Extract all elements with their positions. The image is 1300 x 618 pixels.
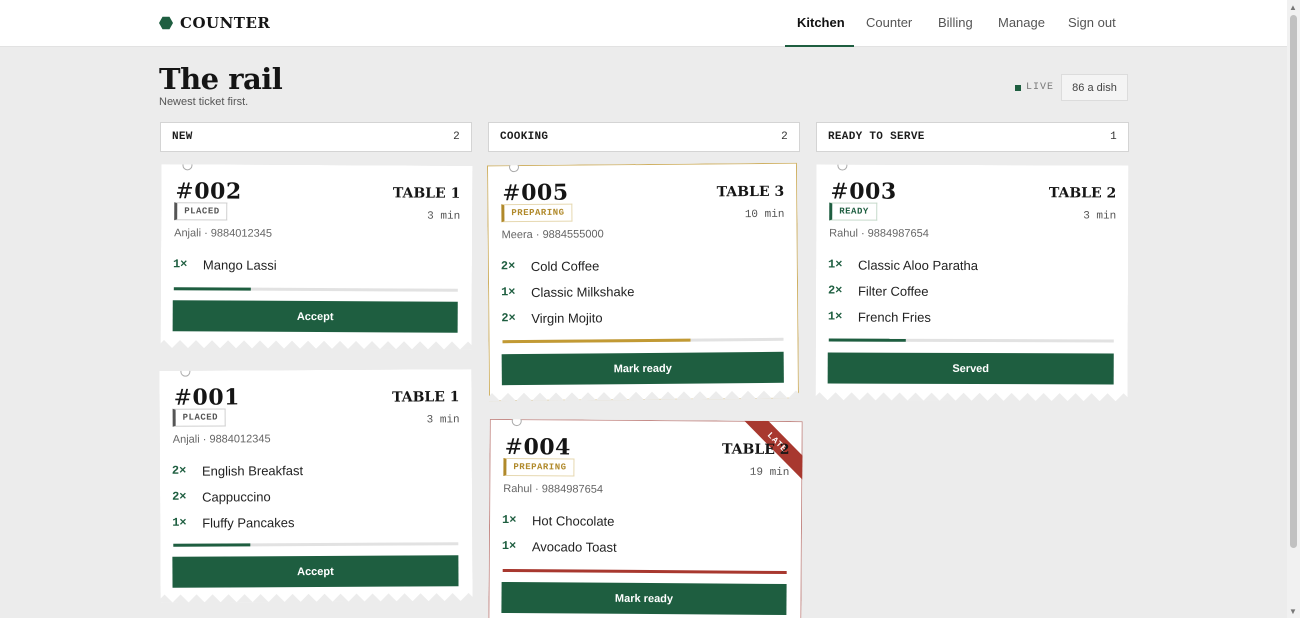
- ticket-005[interactable]: #005 TABLE 3 10 min PREPARING Meera · 98…: [486, 162, 800, 402]
- ticket-table: TABLE 3: [716, 183, 785, 201]
- column-label: COOKING: [500, 131, 549, 143]
- nav-manage[interactable]: Manage: [998, 15, 1045, 30]
- live-dot-icon: [1015, 84, 1021, 91]
- column-label: NEW: [172, 131, 193, 143]
- progress-fill: [502, 338, 691, 344]
- ticket-number: #003: [830, 178, 897, 205]
- punch-hole: [511, 416, 522, 427]
- scrollbar[interactable]: ▲ ▼: [1287, 0, 1300, 618]
- customer-info: Meera · 9884555000: [501, 228, 604, 242]
- progress-fill: [828, 338, 906, 342]
- list-item: 1× Fluffy Pancakes: [172, 514, 295, 531]
- status-badge: PREPARING: [503, 458, 575, 477]
- ticket-number: #001: [173, 384, 240, 411]
- ticket-elapsed: 3 min: [1083, 210, 1117, 223]
- status-badge: READY: [829, 202, 877, 221]
- column-header-new: NEW 2: [160, 122, 472, 152]
- item-list: 1× Mango Lassi: [173, 251, 460, 279]
- ticket-003[interactable]: #003 TABLE 2 3 min READY Rahul · 9884987…: [815, 160, 1129, 402]
- progress-track: [502, 337, 784, 344]
- scroll-down-icon[interactable]: ▼: [1289, 607, 1297, 616]
- column-count: 1: [1110, 131, 1117, 143]
- column-count: 2: [781, 131, 788, 143]
- list-item: 2× English Breakfast: [171, 462, 304, 479]
- page-subtitle: Newest ticket first.: [159, 96, 249, 108]
- customer-info: Anjali · 9884012345: [174, 227, 273, 240]
- brand-name: COUNTER: [180, 14, 271, 32]
- 86-dish-button[interactable]: 86 a dish: [1061, 74, 1128, 101]
- list-item: 2× Filter Coffee: [827, 283, 929, 299]
- ticket-number: #004: [504, 434, 572, 461]
- ticket-table: TABLE 1: [392, 389, 460, 406]
- progress-track: [828, 338, 1114, 343]
- punch-hole: [180, 366, 191, 377]
- ticket-004[interactable]: LATE #004 TABLE 2 19 min PREPARING Rahul…: [488, 400, 819, 618]
- progress-fill: [173, 287, 251, 291]
- status-badge: PREPARING: [501, 203, 573, 223]
- list-item: 1× Mango Lassi: [172, 256, 277, 273]
- ticket-elapsed: 10 min: [744, 208, 785, 222]
- nav-counter[interactable]: Counter: [866, 15, 912, 30]
- column-label: READY TO SERVE: [828, 131, 925, 143]
- list-item: 2× Virgin Mojito: [501, 309, 603, 326]
- list-item: 1× Hot Chocolate: [502, 512, 615, 529]
- item-list: 2× English Breakfast 2× Cappuccino 1× Fluff…: [172, 456, 460, 536]
- list-item: 2× Cappuccino: [172, 488, 271, 505]
- progress-track: [173, 542, 459, 547]
- status-badge: PLACED: [172, 408, 227, 427]
- punch-hole: [182, 160, 193, 171]
- list-item: 1× French Fries: [827, 309, 931, 325]
- list-item: 1× Avocado Toast: [501, 538, 617, 555]
- accept-button[interactable]: Accept: [172, 300, 458, 333]
- item-list: 2× Cold Coffee 1× Classic Milkshake 2× Virg…: [501, 251, 786, 331]
- nav-billing[interactable]: Billing: [938, 15, 973, 30]
- mark-ready-button[interactable]: Mark ready: [501, 581, 787, 615]
- live-label: LIVE: [1026, 82, 1055, 93]
- progress-track: [173, 287, 458, 292]
- list-item: 1× Classic Milkshake: [501, 283, 635, 300]
- column-header-ready: READY TO SERVE 1: [816, 122, 1129, 152]
- customer-info: Rahul · 9884987654: [829, 227, 929, 240]
- hexagon-icon: [159, 16, 173, 30]
- nav-sign-out[interactable]: Sign out: [1068, 15, 1116, 30]
- status-badge: PLACED: [174, 202, 228, 221]
- punch-hole: [508, 162, 520, 173]
- ticket-001[interactable]: #001 TABLE 1 3 min PLACED Anjali · 98840…: [159, 366, 473, 603]
- column-count: 2: [453, 131, 460, 143]
- accept-button[interactable]: Accept: [172, 555, 459, 588]
- ticket-002[interactable]: #002 TABLE 1 3 min PLACED Anjali · 98840…: [160, 160, 473, 350]
- page-title: The rail: [159, 62, 283, 96]
- ticket-number: #002: [175, 178, 242, 205]
- list-item: 1× Classic Aloo Paratha: [828, 257, 979, 273]
- ticket-number: #005: [502, 179, 569, 207]
- live-indicator: LIVE: [1015, 82, 1054, 93]
- ticket-table: TABLE 1: [392, 185, 461, 202]
- progress-track: [502, 569, 787, 574]
- column-header-cooking: COOKING 2: [488, 122, 800, 152]
- customer-info: Anjali · 9884012345: [172, 433, 271, 446]
- ticket-elapsed: 3 min: [426, 414, 460, 427]
- ticket-elapsed: 3 min: [427, 210, 461, 223]
- top-bar: COUNTER Kitchen Counter Billing Manage S…: [0, 0, 1287, 47]
- progress-fill: [173, 543, 251, 547]
- customer-info: Rahul · 9884987654: [503, 483, 604, 496]
- brand[interactable]: COUNTER: [159, 14, 270, 32]
- scrollbar-thumb[interactable]: [1290, 15, 1297, 548]
- nav-kitchen[interactable]: Kitchen: [797, 15, 845, 30]
- punch-hole: [837, 160, 848, 171]
- item-list: 1× Hot Chocolate 1× Avocado Toast: [502, 507, 789, 561]
- progress-fill: [502, 569, 787, 574]
- served-button[interactable]: Served: [827, 352, 1114, 385]
- ticket-elapsed: 19 min: [749, 466, 790, 480]
- mark-ready-button[interactable]: Mark ready: [501, 351, 784, 386]
- item-list: 1× Classic Aloo Paratha 2× Filter Coffee 1…: [828, 251, 1116, 330]
- active-nav-indicator: [785, 45, 854, 47]
- scroll-up-icon[interactable]: ▲: [1289, 3, 1297, 12]
- ticket-table: TABLE 2: [1048, 185, 1117, 202]
- list-item: 2× Cold Coffee: [500, 257, 600, 274]
- ticket-table: TABLE 2: [722, 441, 790, 459]
